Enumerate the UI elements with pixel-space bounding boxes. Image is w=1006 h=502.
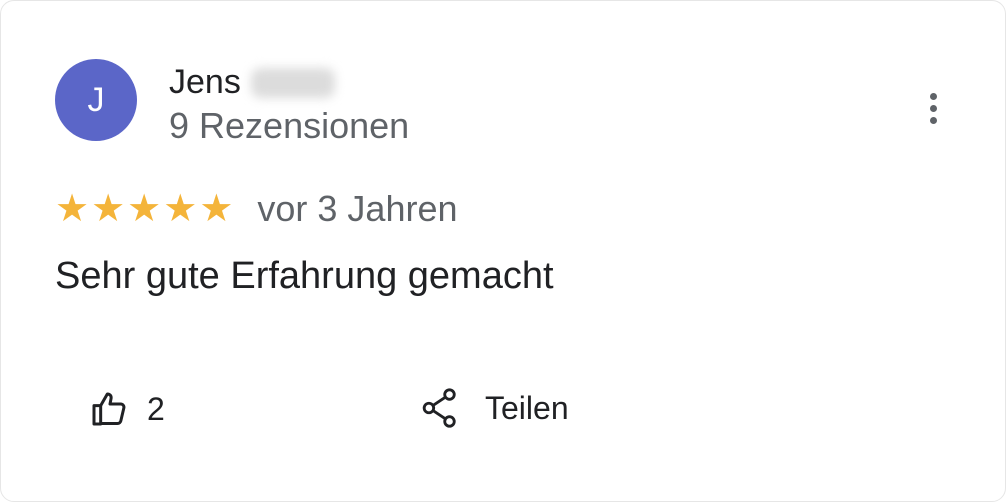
star-icon: ★ (55, 188, 90, 230)
thumbs-up-icon (92, 392, 126, 426)
author-name[interactable]: Jens (169, 63, 335, 102)
star-rating: ★ ★ ★ ★ ★ (55, 187, 233, 231)
share-icon (422, 388, 456, 428)
star-icon: ★ (163, 188, 198, 230)
more-vert-icon-dot (929, 104, 937, 112)
star-icon: ★ (127, 188, 162, 230)
redacted-surname (250, 67, 335, 98)
like-count: 2 (147, 390, 165, 427)
avatar-initial: J (87, 80, 105, 119)
star-icon: ★ (199, 188, 234, 230)
share-label: Teilen (485, 389, 569, 426)
star-icon: ★ (91, 188, 126, 230)
more-vert-icon (929, 92, 937, 100)
review-time: vor 3 Jahren (257, 188, 458, 229)
review-text: Sehr gute Erfahrung gemacht (55, 255, 554, 297)
more-vert-icon-dot (929, 116, 937, 124)
review-card: J Jens 9 Rezensionen ★ ★ ★ ★ ★ vor 3 Jah… (0, 0, 1006, 502)
more-options-button[interactable] (917, 83, 949, 133)
share-button[interactable]: Teilen (421, 387, 569, 429)
author-name-text: Jens (169, 63, 241, 101)
rating-row: ★ ★ ★ ★ ★ vor 3 Jahren (55, 187, 458, 231)
like-button[interactable]: 2 (89, 389, 165, 429)
review-count[interactable]: 9 Rezensionen (169, 105, 409, 147)
avatar[interactable]: J (55, 59, 137, 141)
